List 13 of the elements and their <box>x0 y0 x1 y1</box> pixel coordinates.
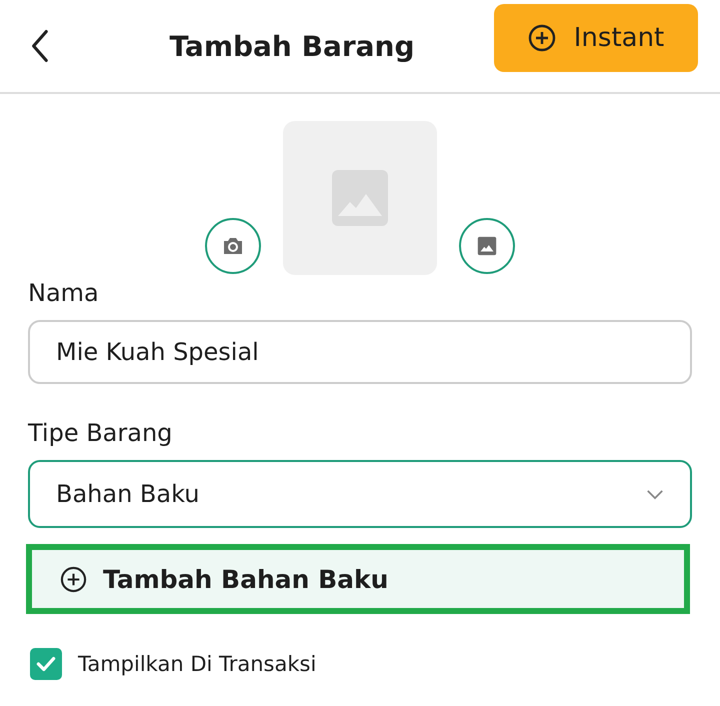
chevron-down-icon <box>646 488 664 500</box>
image-icon <box>476 235 498 257</box>
field-label: Tipe Barang <box>28 418 174 448</box>
instant-button[interactable]: Instant <box>494 4 698 72</box>
name-field[interactable]: Mie Kuah Spesial <box>28 320 692 384</box>
type-dropdown[interactable]: Bahan Baku <box>28 460 692 528</box>
checkbox[interactable] <box>30 648 62 680</box>
page-title: Tambah Barang <box>168 30 416 62</box>
add-ingredient-button[interactable]: Tambah Bahan Baku <box>26 544 690 614</box>
plus-circle-icon <box>528 24 556 52</box>
field-label: Nama <box>28 278 100 308</box>
plus-circle-icon <box>60 566 87 592</box>
checkbox-label: Tampilkan Di Transaksi <box>78 652 316 676</box>
